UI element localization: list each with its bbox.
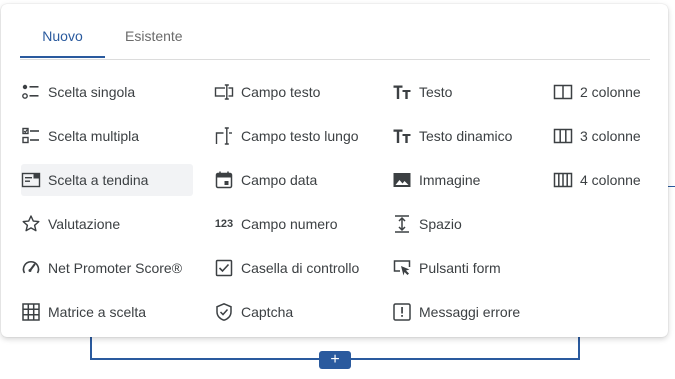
item-label: Matrice a scelta — [48, 304, 147, 320]
click-button-icon — [392, 258, 412, 278]
item-scelta-multipla[interactable]: Scelta multipla — [21, 120, 191, 152]
two-columns-icon — [553, 82, 573, 102]
tab-esistente[interactable]: Esistente — [125, 23, 195, 57]
item-campo-testo-lungo[interactable]: Campo testo lungo — [214, 120, 384, 152]
item-label: Campo testo lungo — [241, 128, 359, 144]
item-campo-numero[interactable]: 123 Campo numero — [214, 208, 384, 240]
checkbox-icon — [214, 258, 234, 278]
item-label: Scelta singola — [48, 84, 136, 100]
item-immagine[interactable]: Immagine — [392, 164, 552, 196]
multiple-choice-icon — [21, 126, 41, 146]
item-label: 2 colonne — [580, 84, 641, 100]
item-3-colonne[interactable]: 3 colonne — [553, 120, 658, 152]
item-label: Scelta multipla — [48, 128, 140, 144]
item-4-colonne[interactable]: 4 colonne — [553, 164, 658, 196]
item-label: Spazio — [419, 216, 462, 232]
item-testo[interactable]: Testo — [392, 76, 552, 108]
single-choice-icon — [21, 82, 41, 102]
four-columns-icon — [553, 170, 573, 190]
spacing-icon — [392, 214, 412, 234]
text-size-icon — [392, 82, 412, 102]
item-testo-dinamico[interactable]: Testo dinamico — [392, 120, 552, 152]
item-scelta-singola[interactable]: Scelta singola — [21, 76, 191, 108]
item-label: Testo dinamico — [419, 128, 513, 144]
item-label: Pulsanti form — [419, 260, 501, 276]
item-label: Scelta a tendina — [48, 172, 149, 188]
item-2-colonne[interactable]: 2 colonne — [553, 76, 658, 108]
item-matrice-a-scelta[interactable]: Matrice a scelta — [21, 296, 191, 328]
dynamic-text-icon — [392, 126, 412, 146]
item-captcha[interactable]: Captcha — [214, 296, 384, 328]
number-icon: 123 — [214, 218, 234, 230]
item-valutazione[interactable]: Valutazione — [21, 208, 191, 240]
grid-icon — [21, 302, 41, 322]
three-columns-icon — [553, 126, 573, 146]
star-icon — [21, 214, 41, 234]
item-label: Immagine — [419, 172, 481, 188]
long-text-icon — [214, 126, 234, 146]
item-messaggi-errore[interactable]: Messaggi errore — [392, 296, 552, 328]
item-label: Net Promoter Score® — [48, 260, 183, 276]
dropdown-icon — [21, 170, 41, 190]
shield-check-icon — [214, 302, 234, 322]
item-label: Campo numero — [241, 216, 338, 232]
item-label: Campo testo — [241, 84, 321, 100]
item-scelta-a-tendina[interactable]: Scelta a tendina — [21, 164, 193, 196]
add-element-button[interactable]: + — [319, 351, 351, 369]
item-label: 4 colonne — [580, 172, 641, 188]
item-campo-data[interactable]: Campo data — [214, 164, 384, 196]
image-icon — [392, 170, 412, 190]
item-label: Messaggi errore — [419, 304, 521, 320]
item-label: Casella di controllo — [241, 260, 360, 276]
tab-nuovo[interactable]: Nuovo — [20, 23, 105, 58]
item-label: Captcha — [241, 304, 294, 320]
tab-bar: Nuovo Esistente — [20, 23, 650, 60]
item-casella-di-controllo[interactable]: Casella di controllo — [214, 252, 384, 284]
item-label: Campo data — [241, 172, 318, 188]
item-label: 3 colonne — [580, 128, 641, 144]
alert-icon — [392, 302, 412, 322]
item-campo-testo[interactable]: Campo testo — [214, 76, 384, 108]
item-spazio[interactable]: Spazio — [392, 208, 552, 240]
item-label: Testo — [419, 84, 453, 100]
calendar-icon — [214, 170, 234, 190]
text-field-icon — [214, 82, 234, 102]
item-pulsanti-form[interactable]: Pulsanti form — [392, 252, 552, 284]
item-net-promoter-score[interactable]: Net Promoter Score® — [21, 252, 193, 284]
add-element-popup: Nuovo Esistente Scelta singola Scelta mu… — [1, 4, 668, 337]
item-label: Valutazione — [48, 216, 121, 232]
gauge-icon — [21, 258, 41, 278]
